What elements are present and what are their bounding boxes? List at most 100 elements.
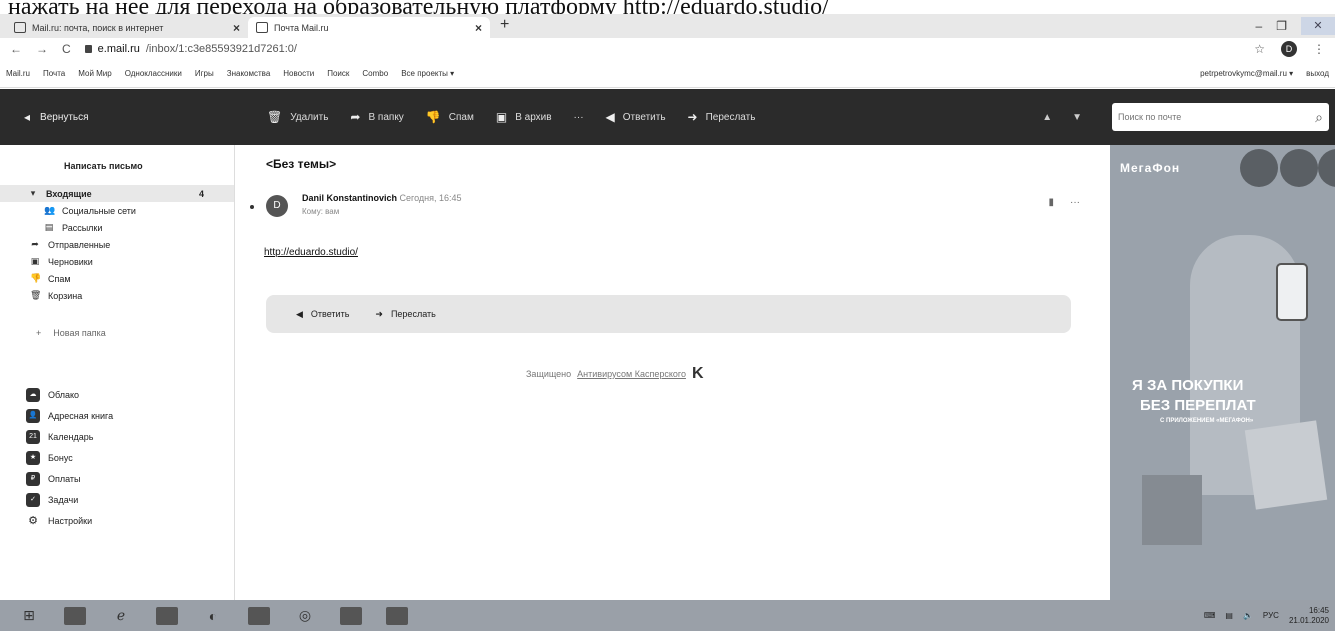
forward-icon: ➜ [687,110,698,124]
service-bonus[interactable]: ★ Бонус [26,447,234,468]
service-label: Календарь [48,431,94,442]
portal-link-combo[interactable]: Combo [362,69,388,78]
portal-link-pochta[interactable]: Почта [43,69,65,78]
internet-explorer-icon: ℯ [116,607,126,623]
portal-link-znakomstva[interactable]: Знакомства [227,69,271,78]
new-folder-button[interactable]: + Новая папка [0,328,234,338]
ad-slogan-small: С ПРИЛОЖЕНИЕМ «МЕГАФОН» [1160,418,1254,424]
ad-circle-icon [1240,149,1278,187]
megafon-ad-banner[interactable]: МегаФон Я ЗА ПОКУПКИ БЕЗ ПЕРЕПЛАТ С ПРИЛ… [1110,145,1335,600]
minimize-button[interactable]: – [1256,19,1263,33]
sidebar-item-sent[interactable]: ➦ Отправленные [0,236,234,253]
network-icon[interactable]: ▤ [1225,611,1233,620]
bookmark-star-icon[interactable]: ☆ [1254,42,1265,56]
back-button[interactable]: ◂ Вернуться [0,110,235,124]
delete-button[interactable]: 🗑 Удалить [267,110,328,124]
taskbar-app[interactable] [332,604,370,628]
bookmark-icon[interactable]: ▮ [1048,197,1054,208]
sidebar-item-label: Отправленные [48,239,111,250]
portal-link-odnoklassniki[interactable]: Одноклассники [125,69,182,78]
ad-circle-icon [1280,149,1318,187]
sidebar-item-drafts[interactable]: ▣ Черновики [0,253,234,270]
service-tasks[interactable]: ✓ Задачи [26,489,234,510]
move-to-folder-button[interactable]: ➦ В папку [350,110,403,124]
unread-dot-icon[interactable] [250,205,254,209]
browser-menu-icon[interactable]: ⋮ [1313,42,1325,56]
logout-link[interactable]: выход [1306,69,1329,78]
restore-button[interactable]: ❐ [1276,19,1287,33]
sidebar-item-trash[interactable]: 🗑 Корзина [0,287,234,304]
previous-message-icon[interactable]: ▲ [1042,112,1052,123]
service-address-book[interactable]: 👤 Адресная книга [26,405,234,426]
taskbar-app[interactable]: ◎ [286,604,324,628]
taskbar-app[interactable] [378,604,416,628]
message-navigation: ▲ ▼ [1042,112,1082,123]
profile-avatar[interactable]: D [1281,41,1297,57]
reload-icon[interactable]: C [62,42,71,56]
compose-button[interactable]: Написать письмо [64,155,234,177]
taskbar-app[interactable] [240,604,278,628]
url-field[interactable]: e.mail.ru/inbox/1:c3e85593921d7261:0/ [84,43,297,55]
more-button[interactable]: ··· [574,112,584,123]
quick-forward-button[interactable]: ➜ Переслать [375,309,435,320]
clock[interactable]: 16:45 21.01.2020 [1289,606,1329,626]
keyboard-icon[interactable]: ⌨ [1204,611,1216,620]
quick-forward-label: Переслать [390,309,436,319]
address-book-icon: 👤 [26,408,40,423]
arrow-left-icon: ◂ [24,110,31,124]
trash-icon: 🗑 [267,110,283,124]
portal-link-igry[interactable]: Игры [195,69,214,78]
thumbs-down-icon: 👎 [425,110,441,124]
body-link[interactable]: http://eduardo.studio/ [264,247,358,258]
antivirus-link[interactable]: Антивирусом Касперского [577,369,686,379]
sender-name[interactable]: Danil Konstantinovich [302,193,397,203]
portal-link-novosti[interactable]: Новости [283,69,314,78]
user-email-menu[interactable]: petrpetrovkymc@mail.ru ▾ [1200,69,1293,78]
quick-reply-button[interactable]: ◀ Ответить [296,309,349,320]
browser-tab-mail[interactable]: Почта Mail.ru × [248,17,490,38]
portal-link-moy-mir[interactable]: Мой Мир [78,69,111,78]
forward-icon[interactable]: → [36,42,48,56]
sidebar-item-inbox[interactable]: ▾ Входящие 4 [0,185,234,202]
forward-button[interactable]: ➜ Переслать [688,110,756,124]
taskbar-app[interactable] [148,604,186,628]
spam-button[interactable]: 👎 Спам [426,110,474,124]
new-tab-button[interactable]: + [500,16,509,34]
search-icon: ◐ [208,607,218,624]
ad-slogan: БЕЗ ПЕРЕПЛАТ [1140,397,1256,414]
browser-tab-mailru-search[interactable]: Mail.ru: почта, поиск в интернет × [6,17,248,38]
volume-icon[interactable]: 🔈 [1243,611,1253,620]
sidebar-item-social[interactable]: 👥 Социальные сети [0,202,234,219]
start-button[interactable]: ⊞ [10,604,48,628]
service-calendar[interactable]: 21 Календарь [26,426,234,447]
language-indicator[interactable]: РУС [1263,611,1279,620]
portal-link-mailru[interactable]: Mail.ru [6,69,30,78]
taskbar-app[interactable]: ℯ [102,604,140,628]
sidebar-item-newsletters[interactable]: ▤ Рассылки [0,219,234,236]
back-icon[interactable]: ← [10,42,22,56]
reply-button[interactable]: ◀ Ответить [606,110,666,124]
archive-button[interactable]: ▣ В архив [496,110,552,124]
tab-close-icon[interactable]: × [233,21,240,35]
taskbar-app[interactable] [56,604,94,628]
tab-close-icon[interactable]: × [475,21,482,35]
search-input[interactable] [1118,112,1316,122]
service-payments[interactable]: ₽ Оплаты [26,468,234,489]
next-message-icon[interactable]: ▼ [1072,112,1082,123]
window-close-button[interactable]: ✕ [1301,17,1335,35]
portal-link-all-projects[interactable]: Все проекты ▾ [401,69,454,78]
tab-title: Mail.ru: почта, поиск в интернет [32,22,164,33]
sender-avatar[interactable]: D [266,195,288,217]
unread-count: 4 [198,188,204,199]
sidebar-item-spam[interactable]: 👎 Спам [0,270,234,287]
file-explorer-icon [156,606,178,625]
taskbar-app[interactable]: ◐ [194,604,232,628]
service-cloud[interactable]: ☁ Облако [26,384,234,405]
ad-circle-icon [1318,149,1335,187]
sidebar-item-label: Черновики [48,256,93,267]
more-icon[interactable]: ··· [1070,197,1080,208]
portal-link-poisk[interactable]: Поиск [327,69,349,78]
service-settings[interactable]: ⚙ Настройки [26,510,234,531]
antivirus-notice: Защищено Антивирусом Касперского K [526,365,704,383]
search-icon[interactable]: ⌕ [1315,109,1323,126]
